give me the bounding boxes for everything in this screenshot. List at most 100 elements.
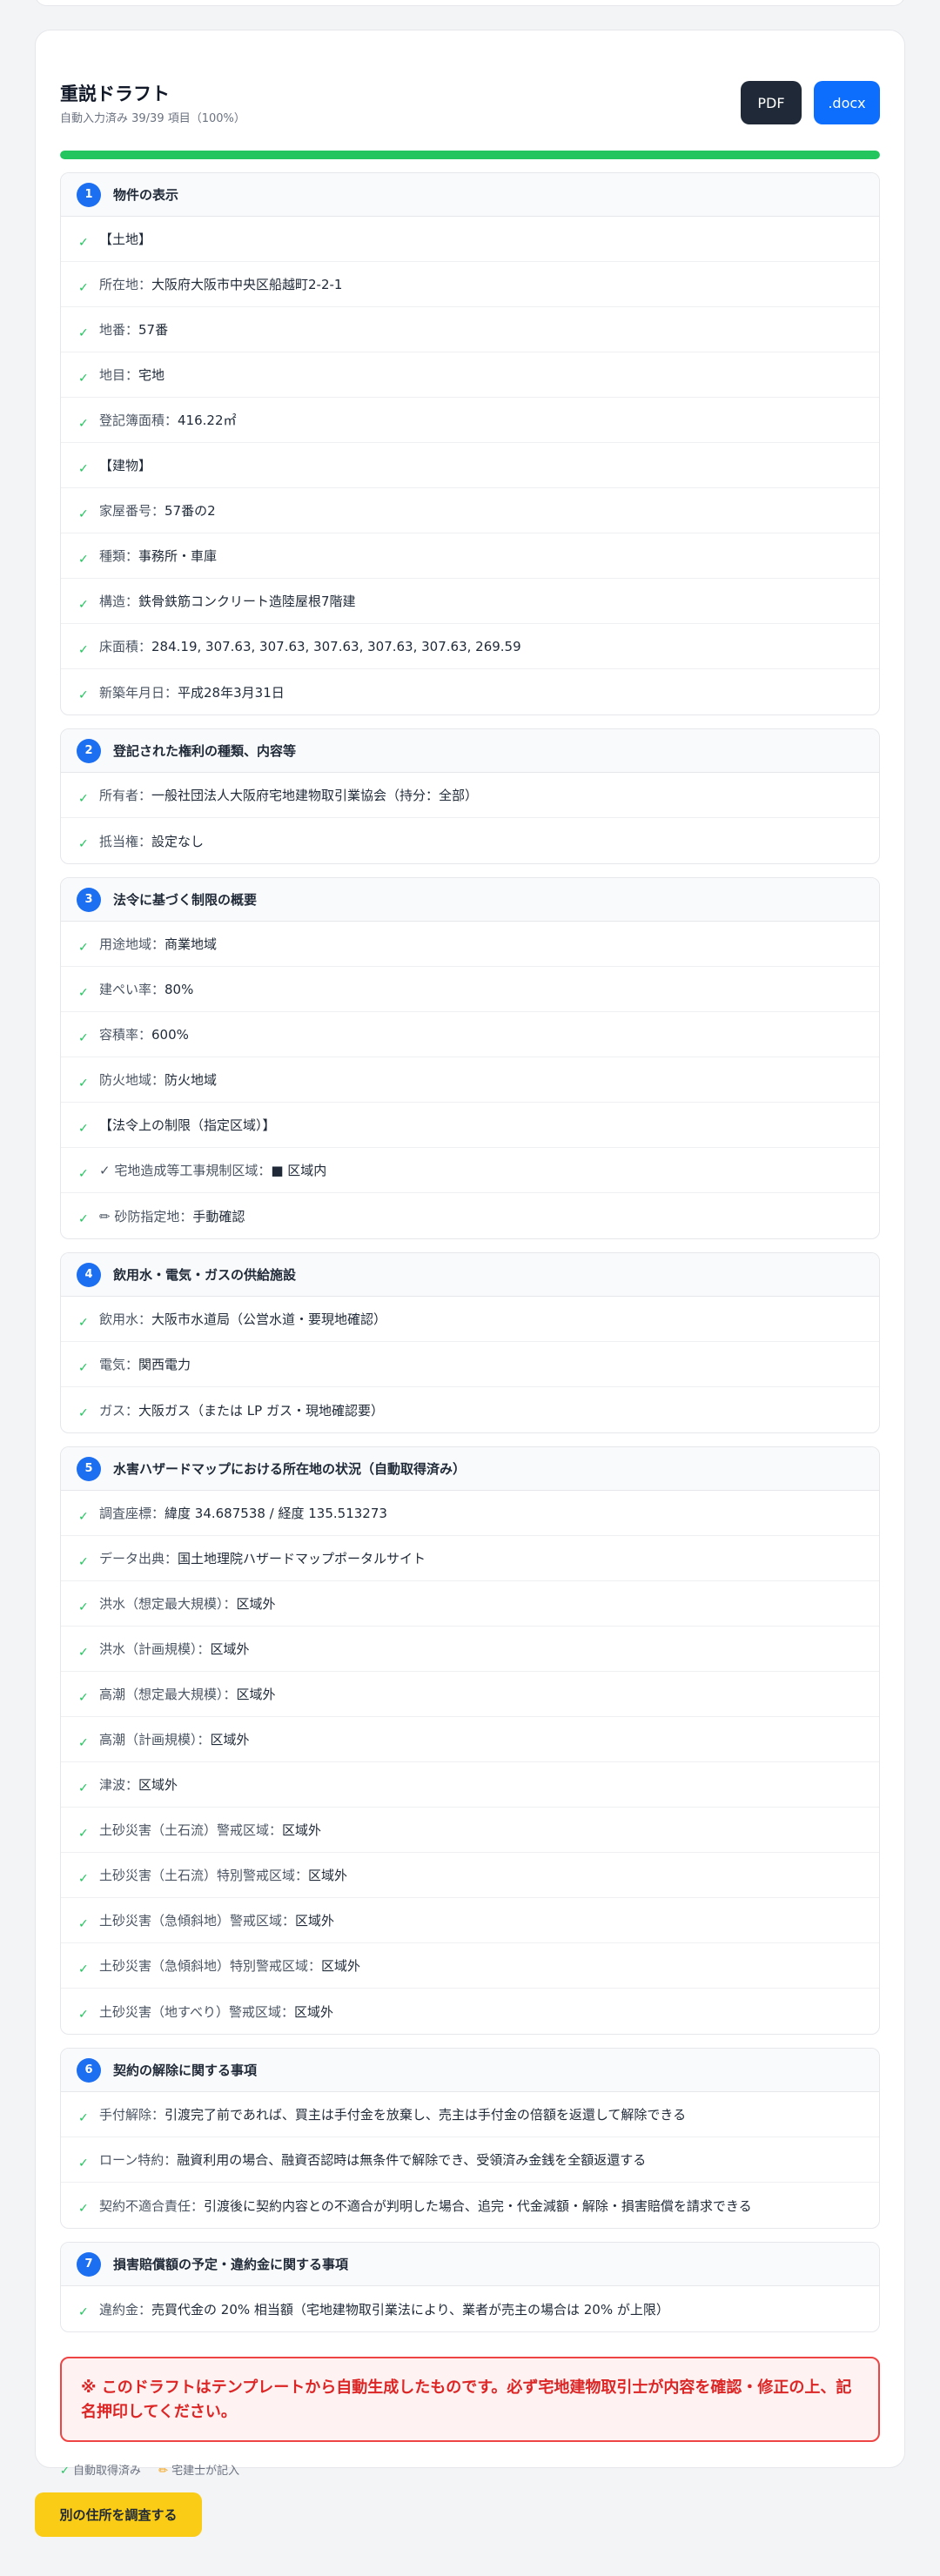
section-title: 損害賠償額の予定・違約金に関する事項 [113,2257,349,2272]
item-label: 飲用水： [99,1311,152,1327]
item-label: 土砂災害（土石流）特別警戒区域： [99,1868,309,1883]
section-title: 登記された権利の種類、内容等 [113,743,297,759]
item-label: 地番： [99,322,139,338]
list-item: ✓ 洪水（計画規模）： 区域外 [61,1627,879,1672]
item-label: ガス： [99,1402,139,1419]
check-icon: ✓ [60,2465,70,2478]
item-label: 違約金： [99,2301,152,2318]
item-heading: 【土地】 [99,231,152,247]
check-icon: ✓ [78,1735,89,1750]
check-icon: ✓ [78,2156,89,2170]
section-number-badge: 7 [77,2251,101,2277]
item-label: 土砂災害（急傾斜地）警戒区域： [99,1913,296,1929]
draft-card: 重説ドラフト 自動入力済み 39/39 項目（100%） PDF .docx 1… [35,30,905,2478]
section-1: 1 物件の表示 ✓ 【土地】 ✓ 所在地： 大阪府大阪市中央区船越町2-2-1 ✓ 地番： 57番… [60,172,880,715]
item-label: 所在地： [99,277,152,292]
item-value: 商業地域 [164,936,218,952]
legend-manual-label: 宅建士が記入 [171,2465,240,2478]
list-item: ✓ 高潮（計画規模）： 区域外 [61,1717,879,1762]
item-label: 地目： [99,367,139,383]
docx-button[interactable]: .docx [814,81,880,124]
check-icon: ✓ [78,1166,89,1181]
check-icon: ✓ [78,1826,89,1841]
item-label: データ出典： [99,1551,178,1566]
item-heading: 【建物】 [99,458,152,473]
check-icon: ✓ [78,371,89,386]
item-label: 土砂災害（土石流）警戒区域： [99,1822,283,1838]
item-label: 登記簿面積： [99,413,178,428]
warning-box: ※ このドラフトはテンプレートから自動生成したものです。必ず宅地建物取引士が内容… [60,2357,880,2442]
item-value: 売買代金の 20% 相当額（宅地建物取引業法により、業者が売主の場合は 20% … [151,2301,669,2318]
list-item: ✓ 【法令上の制限（指定区域）】 [61,1103,879,1148]
check-icon: ✓ [78,1406,89,1420]
item-label: 建ぺい率： [99,982,165,997]
research-another-address-button[interactable]: 別の住所を調査する [35,2492,202,2537]
item-value: 区域外 [295,1913,335,1929]
list-item: ✓ 用途地域： 商業地域 [61,922,879,967]
check-icon: ✓ [78,506,89,521]
draft-subtitle: 自動入力済み 39/39 項目（100%） [60,112,245,125]
section-7: 7 損害賠償額の予定・違約金に関する事項 ✓ 違約金： 売買代金の 20% 相当額（宅地… [60,2242,880,2332]
check-icon: ✓ [78,1554,89,1569]
item-label: 手付解除： [99,2107,165,2123]
item-value: 一般社団法人大阪府宅地建物取引業協会（持分：全部） [151,788,479,803]
check-icon: ✓ [78,2305,89,2319]
check-icon: ✓ [78,1315,89,1330]
item-label: 高潮（計画規模）： [99,1732,211,1748]
warning-text: ※ このドラフトはテンプレートから自動生成したものです。必ず宅地建物取引士が内容… [81,2378,852,2421]
list-item: ✓ 高潮（想定最大規模）： 区域外 [61,1672,879,1717]
list-item: ✓ 土砂災害（土石流）警戒区域： 区域外 [61,1808,879,1853]
section-number-badge: 4 [77,1262,101,1287]
list-item: ✓ 家屋番号： 57番の2 [61,488,879,533]
check-icon: ✓ [78,791,89,806]
item-label: 契約不適合責任： [99,2197,205,2214]
list-item: ✓ 調査座標： 緯度 34.687538 / 経度 135.513273 [61,1491,879,1536]
check-icon: ✓ [78,235,89,250]
check-icon: ✓ [78,2202,89,2216]
list-item: ✓ 所在地： 大阪府大阪市中央区船越町2-2-1 [61,262,879,307]
item-value: 区域外 [210,1641,250,1657]
item-value: 80% [164,981,194,997]
item-value: 防火地域 [164,1072,218,1088]
item-value: 引渡後に契約内容との不適合が判明した場合、追完・代金減額・解除・損害賠償を請求で… [204,2197,752,2214]
section-number-badge: 5 [77,1456,101,1481]
check-icon: ✓ [78,837,89,851]
progress-bar [60,151,880,159]
item-label: 防火地域： [99,1072,165,1088]
previous-card-edge [35,0,905,6]
legend-auto: ✓ 自動取得済み [60,2461,141,2478]
item-label: 床面積： [99,639,152,654]
check-icon: ✓ [78,597,89,612]
list-item: ✓ 新築年月日： 平成28年3月31日 [61,669,879,714]
list-item: ✓ 構造： 鉄骨鉄筋コンクリート造陸屋根7階建 [61,579,879,624]
section-title: 法令に基づく制限の概要 [113,892,258,908]
item-value: 宅地 [138,367,165,383]
check-icon: ✓ [78,2110,89,2125]
item-value: 区域外 [236,1596,276,1612]
section-header: 1 物件の表示 [61,173,879,217]
item-label: 新築年月日： [99,684,178,701]
item-value: 大阪ガス（または LP ガス・現地確認要） [138,1402,384,1419]
item-label: 電気： [99,1357,139,1372]
item-label: 洪水（計画規模）： [99,1641,211,1657]
pdf-button[interactable]: PDF [741,81,802,124]
list-item: ✓ ガス： 大阪ガス（または LP ガス・現地確認要） [61,1387,879,1432]
sections-container: 1 物件の表示 ✓ 【土地】 ✓ 所在地： 大阪府大阪市中央区船越町2-2-1 ✓ 地番： 57番… [60,172,880,2332]
export-buttons: PDF .docx [741,81,880,124]
check-icon: ✓ [78,1030,89,1045]
item-value: 融資利用の場合、融資否認時は無条件で解除でき、受領済み金銭を全額返還する [177,2152,647,2168]
item-label: 家屋番号： [99,503,165,519]
item-label: 高潮（想定最大規模）： [99,1687,237,1702]
item-label: 調査座標： [99,1506,165,1521]
check-icon: ✓ [78,1916,89,1931]
list-item: ✓ 津波： 区域外 [61,1762,879,1808]
item-label: 土砂災害（急傾斜地）特別警戒区域： [99,1958,322,1974]
item-value: 区域外 [138,1777,178,1793]
list-item: ✓ 地目： 宅地 [61,352,879,398]
list-item: ✓ 土砂災害（地すべり）警戒区域： 区域外 [61,1989,879,2034]
list-item: ✓ 抵当権： 設定なし [61,818,879,863]
section-3: 3 法令に基づく制限の概要 ✓ 用途地域： 商業地域 ✓ 建ぺい率： 80% ✓ 容積率： 600%… [60,877,880,1239]
section-6: 6 契約の解除に関する事項 ✓ 手付解除： 引渡完了前であれば、買主は手付金を放棄し、売… [60,2048,880,2229]
progress-fill [60,151,880,159]
item-value: 引渡完了前であれば、買主は手付金を放棄し、売主は手付金の倍額を返還して解除できる [164,2107,687,2123]
